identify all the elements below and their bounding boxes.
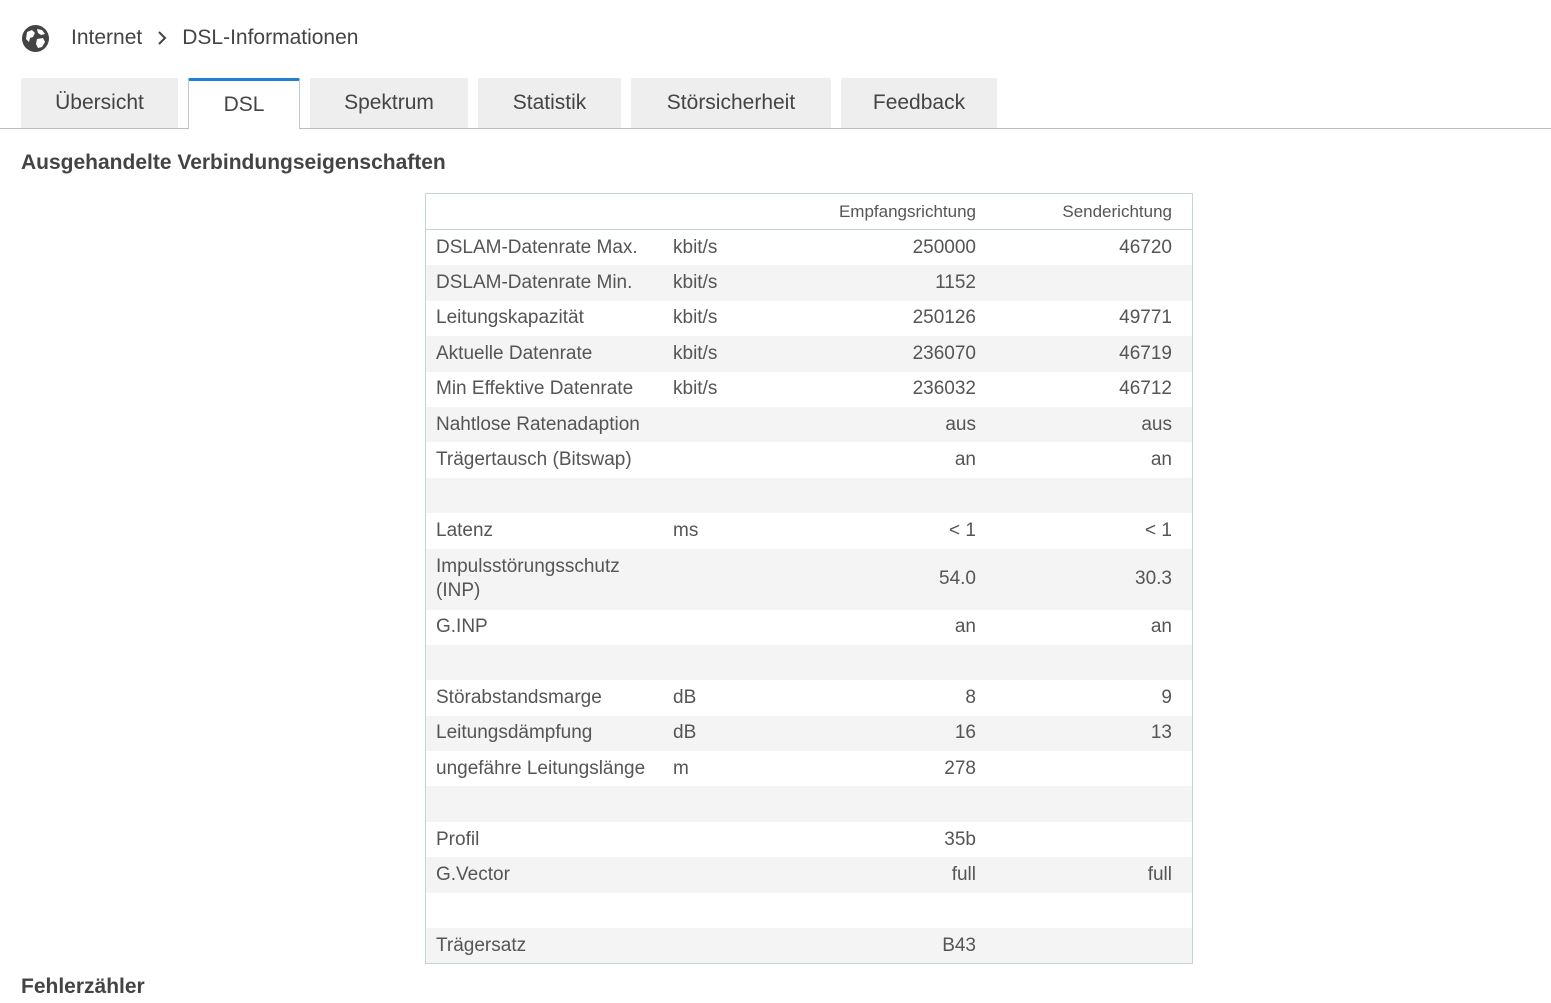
row-unit: dB (673, 686, 697, 708)
row-unit: ms (673, 519, 699, 541)
breadcrumb: Internet DSL-Informationen (21, 23, 358, 53)
tab-bar: Übersicht DSL Spektrum Statistik Störsic… (21, 78, 1007, 129)
row-label: DSLAM-Datenrate Max. (436, 236, 638, 258)
row-label: Trägersatz (436, 934, 527, 956)
connection-properties-table: Empfangsrichtung Senderichtung DSLAM-Dat… (425, 193, 1193, 965)
row-unit: kbit/s (673, 236, 718, 258)
table-row (426, 477, 1192, 514)
table-row: Min Effektive Datenrate kbit/s 236032 46712 (426, 371, 1192, 407)
row-unit: kbit/s (673, 342, 718, 364)
row-unit: dB (673, 722, 697, 744)
row-downstream: 278 (944, 757, 976, 779)
row-upstream: 46719 (1119, 342, 1172, 364)
row-downstream: 16 (954, 722, 976, 744)
row-downstream: 250000 (912, 236, 976, 258)
header-upstream: Senderichtung (1062, 201, 1172, 221)
row-label: Nahtlose Ratenadaption (436, 413, 640, 435)
row-upstream: < 1 (1145, 519, 1172, 541)
table-row: Nahtlose Ratenadaption aus aus (426, 406, 1192, 443)
row-label: ungefähre Leitungslänge (436, 757, 646, 779)
tab-overview[interactable]: Übersicht (21, 78, 178, 128)
table-row: Störabstandsmarge dB 8 9 (426, 680, 1192, 716)
breadcrumb-root[interactable]: Internet (71, 26, 142, 50)
table-row: G.INP an an (426, 609, 1192, 645)
row-upstream: full (1147, 863, 1172, 885)
table-row: Trägersatz B43 (426, 928, 1192, 964)
row-label: Profil (436, 828, 480, 850)
tab-feedback[interactable]: Feedback (841, 78, 997, 128)
row-downstream: an (954, 616, 976, 638)
row-downstream: 8 (965, 686, 976, 708)
row-upstream: 9 (1161, 686, 1172, 708)
row-downstream: 236032 (912, 378, 976, 400)
row-label: Leitungskapazität (436, 307, 584, 329)
row-label: Min Effektive Datenrate (436, 378, 634, 400)
row-label: G.Vector (436, 863, 510, 885)
row-upstream: 13 (1150, 722, 1172, 744)
row-upstream: 46712 (1119, 378, 1172, 400)
table-row: Profil 35b (426, 821, 1192, 858)
row-downstream: 1152 (935, 272, 976, 294)
row-label: Leitungsdämpfung (436, 722, 593, 744)
table-row: Impulsstörungsschutz (INP) 54.0 30.3 (426, 548, 1192, 610)
row-downstream: < 1 (949, 519, 976, 541)
row-downstream: 35b (944, 828, 976, 850)
breadcrumb-current: DSL-Informationen (182, 26, 359, 49)
table-row: G.Vector full full (426, 857, 1192, 893)
row-unit: m (673, 757, 689, 779)
row-downstream: 250126 (912, 307, 976, 329)
table-row: DSLAM-Datenrate Max. kbit/s 250000 46720 (426, 230, 1192, 266)
row-label: DSLAM-Datenrate Min. (436, 272, 633, 294)
tab-spectrum[interactable]: Spektrum (310, 78, 468, 128)
table-row (426, 644, 1192, 681)
row-downstream: full (951, 863, 976, 885)
row-label: G.INP (436, 616, 488, 638)
table-row (426, 786, 1192, 822)
row-unit: kbit/s (673, 378, 718, 400)
table-row: Leitungskapazität kbit/s 250126 49771 (426, 300, 1192, 337)
table-body: DSLAM-Datenrate Max. kbit/s 250000 46720 DSL… (426, 230, 1192, 964)
row-label: Trägertausch (Bitswap) (436, 449, 632, 471)
tab-noise-immunity[interactable]: Störsicherheit (631, 78, 831, 128)
globe-icon (21, 24, 50, 53)
row-upstream: 30.3 (1135, 568, 1172, 590)
table-row: Latenz ms < 1 < 1 (426, 513, 1192, 549)
table-row: Aktuelle Datenrate kbit/s 236070 46719 (426, 336, 1192, 372)
row-downstream: 54.0 (939, 568, 976, 590)
row-upstream: an (1150, 449, 1172, 471)
table-row: Trägertausch (Bitswap) an an (426, 442, 1192, 478)
row-downstream: 236070 (912, 342, 976, 364)
row-label: Störabstandsmarge (436, 686, 602, 708)
row-upstream: an (1150, 616, 1172, 638)
row-downstream: an (954, 449, 976, 471)
row-downstream: aus (945, 413, 976, 435)
table-row: Leitungsdämpfung dB 16 13 (426, 715, 1192, 752)
table-row: DSLAM-Datenrate Min. kbit/s 1152 (426, 265, 1192, 301)
row-downstream: B43 (942, 934, 976, 956)
tab-statistics[interactable]: Statistik (478, 78, 621, 128)
section-title: Ausgehandelte Verbindungseigenschaften (21, 151, 446, 174)
table-row: ungefähre Leitungslänge m 278 (426, 751, 1192, 787)
header-downstream: Empfangsrichtung (838, 201, 976, 221)
tab-dsl[interactable]: DSL (188, 78, 300, 129)
row-label: Aktuelle Datenrate (436, 342, 593, 364)
row-upstream: 46720 (1119, 236, 1172, 258)
row-upstream: aus (1141, 413, 1172, 435)
row-label: Latenz (436, 519, 494, 541)
row-upstream: 49771 (1119, 307, 1172, 329)
table-row (426, 892, 1192, 929)
row-unit: kbit/s (673, 272, 718, 294)
error-counter-title: Fehlerzähler (21, 975, 145, 998)
row-unit: kbit/s (673, 307, 718, 329)
table-header: Empfangsrichtung Senderichtung (426, 194, 1192, 230)
chevron-right-icon (156, 31, 168, 45)
row-label: Impulsstörungsschutz (INP) (436, 556, 620, 602)
